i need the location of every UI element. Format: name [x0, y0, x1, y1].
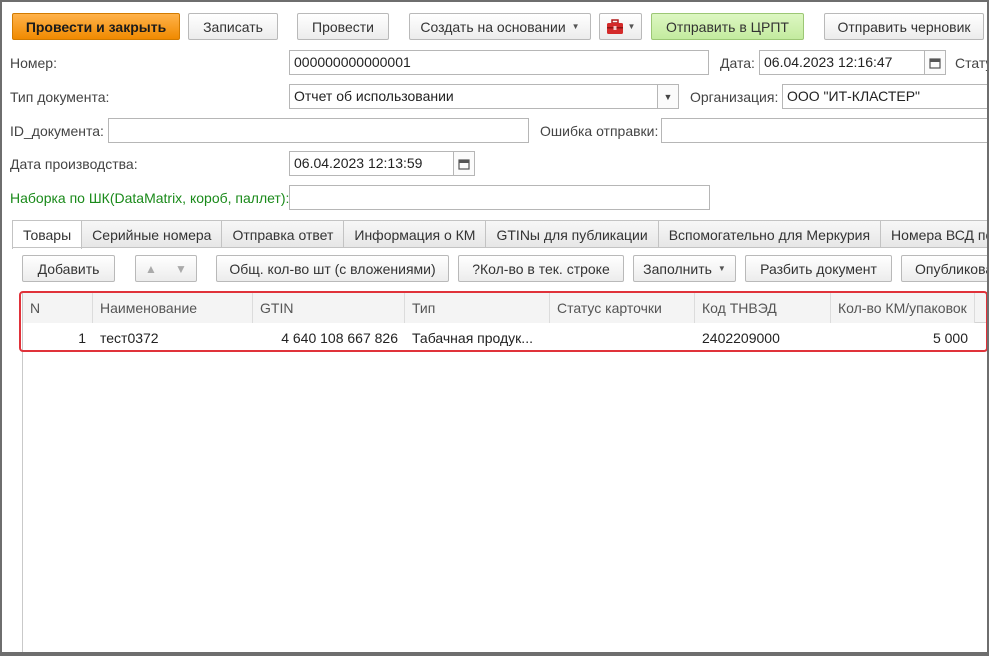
- fill-label: Заполнить: [643, 260, 712, 277]
- post-button[interactable]: Провести: [297, 13, 389, 40]
- save-button[interactable]: Записать: [188, 13, 278, 40]
- tab-vsd-numbers[interactable]: Номера ВСД по Аналитике: [880, 220, 987, 248]
- arrow-down-icon[interactable]: ▼: [175, 262, 187, 276]
- doc-id-field[interactable]: [108, 118, 529, 143]
- organization-field[interactable]: ООО "ИТ-КЛАСТЕР": [782, 84, 987, 109]
- send-error-label: Ошибка отправки:: [540, 123, 659, 139]
- doc-id-label: ID_документа:: [10, 123, 104, 139]
- production-date-value: 06.04.2023 12:13:59: [294, 155, 423, 171]
- chevron-down-icon[interactable]: ▼: [657, 85, 678, 108]
- document-form: Провести и закрыть Записать Провести Соз…: [0, 0, 989, 656]
- create-based-on-button[interactable]: Создать на основании ▼: [409, 13, 591, 40]
- create-based-on-label: Создать на основании: [420, 18, 566, 35]
- calendar-icon[interactable]: [924, 51, 945, 74]
- production-date-label: Дата производства:: [10, 156, 138, 172]
- tab-mercury-aux[interactable]: Вспомогательно для Меркурия: [657, 220, 882, 248]
- tab-goods[interactable]: Товары: [12, 220, 83, 249]
- row-quantity-button[interactable]: ?Кол-во в тек. строке: [458, 255, 624, 282]
- status-label: Статус:: [955, 55, 987, 71]
- doc-type-select[interactable]: Отчет об использовании ▼: [289, 84, 679, 109]
- tab-bar: Товары Серийные номера Отправка ответ Ин…: [12, 220, 987, 249]
- add-row-button[interactable]: Добавить: [22, 255, 115, 282]
- number-field[interactable]: 000000000000001: [289, 50, 709, 75]
- briefcase-icon: [606, 18, 623, 34]
- barcode-scan-label: Наборка по ШК(DataMatrix, короб, паллет)…: [10, 190, 290, 206]
- tab-gtins-publication[interactable]: GTINы для публикации: [485, 220, 659, 248]
- tab-km-info[interactable]: Информация о КМ: [343, 220, 487, 248]
- chevron-down-icon: ▼: [627, 22, 636, 31]
- barcode-scan-field[interactable]: [289, 185, 710, 210]
- post-and-close-button[interactable]: Провести и закрыть: [12, 13, 180, 40]
- doc-type-value: Отчет об использовании: [294, 88, 454, 104]
- publish-button[interactable]: Опубликовать: [901, 255, 987, 282]
- tab-serial-numbers[interactable]: Серийные номера: [81, 220, 223, 248]
- highlight-annotation: [19, 291, 987, 352]
- number-label: Номер:: [10, 55, 57, 71]
- chevron-down-icon: ▼: [571, 22, 580, 31]
- date-value: 06.04.2023 12:16:47: [764, 54, 893, 70]
- tools-menu-button[interactable]: ▼: [599, 13, 642, 40]
- date-field[interactable]: 06.04.2023 12:16:47: [759, 50, 946, 75]
- production-date-field[interactable]: 06.04.2023 12:13:59: [289, 151, 475, 176]
- tab-send-response[interactable]: Отправка ответ: [221, 220, 345, 248]
- fill-button[interactable]: Заполнить ▼: [633, 255, 736, 282]
- move-row-buttons: ▲ ▼: [135, 255, 197, 282]
- send-error-field[interactable]: [661, 118, 987, 143]
- split-document-button[interactable]: Разбить документ: [745, 255, 892, 282]
- doc-type-label: Тип документа:: [10, 89, 110, 105]
- tab-divider: [12, 247, 987, 248]
- date-label: Дата:: [720, 55, 755, 71]
- send-to-crpt-button[interactable]: Отправить в ЦРПТ: [651, 13, 804, 40]
- send-draft-button[interactable]: Отправить черновик: [824, 13, 984, 40]
- organization-label: Организация:: [690, 89, 779, 105]
- calendar-icon[interactable]: [453, 152, 474, 175]
- chevron-down-icon: ▼: [717, 264, 726, 273]
- arrow-up-icon[interactable]: ▲: [145, 262, 157, 276]
- total-quantity-button[interactable]: Общ. кол-во шт (с вложениями): [216, 255, 449, 282]
